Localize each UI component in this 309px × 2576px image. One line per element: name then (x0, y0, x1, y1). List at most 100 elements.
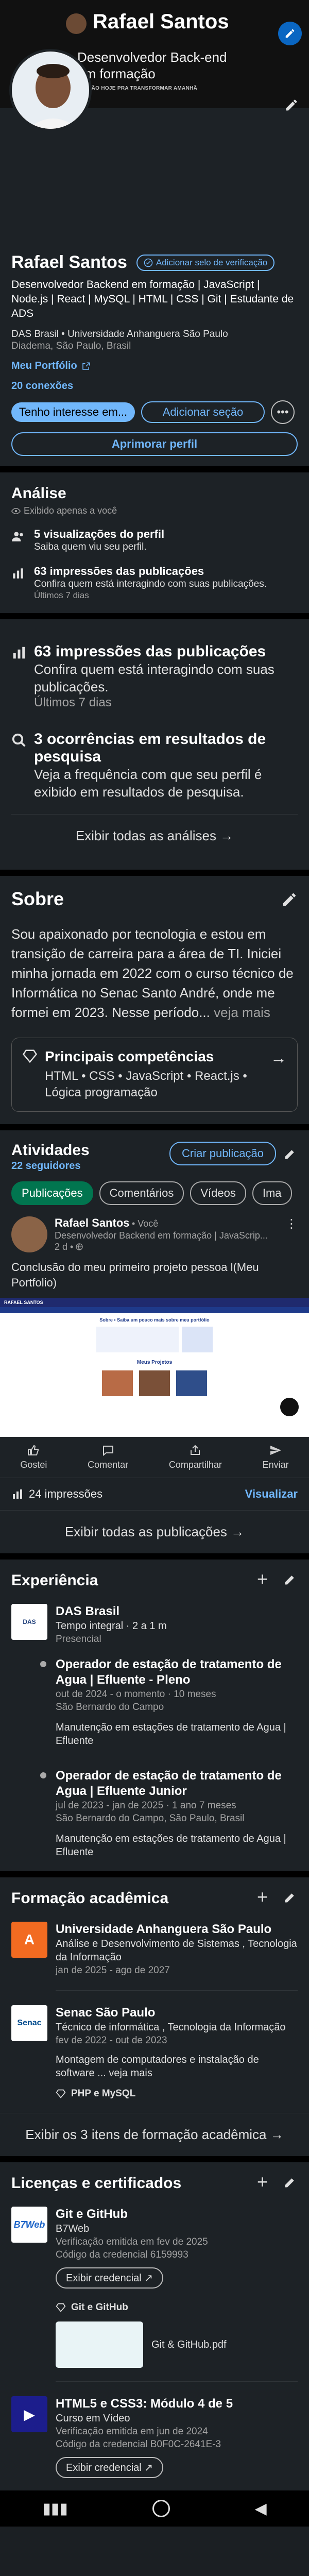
more-options-button[interactable]: ••• (271, 400, 295, 424)
pencil-icon[interactable] (283, 1146, 298, 1161)
divider (0, 2156, 309, 2162)
license-code: Código da credencial 6159993 (56, 2249, 188, 2260)
analytics-item[interactable]: 63 impressões das publicações Confira qu… (11, 565, 298, 601)
profile-location: Diadema, São Paulo, Brasil (11, 341, 131, 351)
send-button[interactable]: Enviar (263, 1444, 289, 1470)
chip-comments[interactable]: Comentários (99, 1181, 184, 1205)
analytics-item-desc: Confira quem está interagindo com suas p… (34, 662, 274, 694)
show-credential-button[interactable]: Exibir credencial ↗ (56, 2267, 164, 2289)
connections-link[interactable]: 20 conexões (11, 380, 298, 392)
interest-button[interactable]: Tenho interesse em... (11, 402, 135, 422)
chip-posts[interactable]: Publicações (11, 1181, 93, 1205)
show-all-analytics-link[interactable]: Exibir todas as análises → (11, 814, 298, 857)
eye-icon (11, 507, 21, 514)
divider (0, 466, 309, 472)
banner-title: Rafael Santos (93, 10, 229, 33)
role-title: Operador de estação de tratamento de Agu… (56, 1769, 282, 1798)
experience-role[interactable]: Operador de estação de tratamento de Agu… (40, 1768, 298, 1859)
comment-button[interactable]: Comentar (88, 1444, 128, 1470)
license-skill-label: Git e GitHub (71, 2302, 128, 2313)
add-icon[interactable]: + (257, 1888, 268, 1906)
back-icon[interactable]: ◀ (255, 2500, 267, 2518)
education-item[interactable]: A Universidade Anhanguera São Paulo Anál… (11, 1922, 298, 1977)
post-image-heading: Sobre • Saiba um pouco mais sobre meu po… (99, 1317, 210, 1323)
post-image-section: Meus Projetos (136, 1360, 173, 1365)
followers-count[interactable]: 22 seguidores (11, 1160, 90, 1172)
license-item[interactable]: ▶ HTML5 e CSS3: Módulo 4 de 5 Curso em V… (11, 2396, 298, 2478)
diamond-icon (56, 2303, 66, 2312)
like-label: Gostei (20, 1460, 47, 1470)
licenses-title: Licenças e certificados (11, 2175, 182, 2192)
view-analytics-link[interactable]: Visualizar (245, 1487, 298, 1501)
edit-banner-button[interactable] (278, 22, 302, 45)
profile-name: Rafael Santos (11, 252, 127, 272)
school-name: Universidade Anhanguera São Paulo (56, 1922, 272, 1936)
post-author: Rafael Santos (55, 1216, 130, 1229)
show-all-education-link[interactable]: Exibir os 3 itens de formação acadêmica … (0, 2113, 309, 2156)
analytics-item[interactable]: 63 impressões das publicações Confira qu… (11, 643, 298, 710)
issuer-logo: B7Web (11, 2207, 47, 2243)
bar-chart-icon (13, 1489, 22, 1499)
add-icon[interactable]: + (257, 1570, 268, 1588)
pencil-icon[interactable] (283, 2175, 298, 2189)
pencil-icon[interactable] (281, 891, 298, 908)
more-icon[interactable]: ⋮ (285, 1216, 298, 1252)
recent-apps-icon[interactable]: ▮▮▮ (42, 2500, 68, 2518)
chip-videos[interactable]: Vídeos (190, 1181, 246, 1205)
analytics-item[interactable]: 5 visualizações do perfil Saiba quem viu… (11, 528, 298, 553)
post-header[interactable]: Rafael Santos • Você Desenvolvedor Backe… (11, 1216, 298, 1252)
share-button[interactable]: Compartilhar (169, 1444, 222, 1470)
post-image[interactable]: RAFAEL SANTOS Sobre • Saiba um pouco mai… (0, 1298, 309, 1437)
show-credential-button[interactable]: Exibir credencial ↗ (56, 2457, 164, 2478)
analytics-item[interactable]: 3 ocorrências em resultados de pesquisa … (11, 731, 298, 801)
analytics-item-desc: Saiba quem viu seu perfil. (34, 541, 147, 552)
diamond-icon (56, 2089, 66, 2098)
improve-profile-button[interactable]: Aprimorar perfil (11, 432, 298, 456)
external-link-icon (82, 362, 90, 370)
about-section: Sobre Sou apaixonado por tecnologia e es… (0, 876, 309, 1124)
post-impressions[interactable]: 24 impressões (11, 1487, 102, 1501)
share-label: Compartilhar (168, 1460, 222, 1470)
activity-section: Atividades 22 seguidores Criar publicaçã… (0, 1130, 309, 1553)
system-navbar: ▮▮▮ ◀ (0, 2490, 309, 2527)
top-skills-list: HTML • CSS • JavaScript • React.js • Lóg… (45, 1069, 247, 1099)
globe-icon (76, 1243, 83, 1250)
education-item[interactable]: Senac Senac São Paulo Técnico de informá… (11, 2005, 298, 2099)
activity-title: Atividades (11, 1142, 90, 1159)
divider (0, 613, 309, 619)
verify-badge-button[interactable]: Adicionar selo de verificação (136, 254, 275, 271)
see-more-link[interactable]: veja mais (214, 1005, 270, 1020)
education-title: Formação acadêmica (11, 1890, 169, 1907)
license-issued: Verificação emitida em jun de 2024 (56, 2426, 208, 2437)
show-all-posts-link[interactable]: Exibir todas as publicações → (0, 1510, 309, 1553)
edu-dates: fev de 2022 - out de 2023 (56, 2035, 167, 2046)
company-name: DAS Brasil (56, 1604, 120, 1618)
add-section-button[interactable]: Adicionar seção (141, 401, 265, 423)
add-icon[interactable]: + (257, 2173, 268, 2191)
private-label: Exibido apenas a você (24, 505, 117, 516)
pencil-icon[interactable] (283, 1890, 298, 1904)
pencil-icon[interactable] (283, 1572, 298, 1586)
role-title: Operador de estação de tratamento de Agu… (56, 1657, 282, 1687)
role-dates: out de 2024 - o momento · 10 meses (56, 1689, 216, 1700)
profile-headline: Desenvolvedor Backend em formação | Java… (11, 279, 294, 319)
like-button[interactable]: Gostei (20, 1444, 47, 1470)
chip-images[interactable]: Ima (252, 1181, 292, 1205)
show-credential-label: Exibir credencial (66, 2273, 142, 2284)
portfolio-link[interactable]: Meu Portfólio (11, 360, 298, 372)
home-icon[interactable] (152, 2500, 170, 2517)
experience-company[interactable]: DAS DAS Brasil Tempo integral · 2 a 1 m … (11, 1604, 298, 1646)
experience-role[interactable]: Operador de estação de tratamento de Agu… (40, 1657, 298, 1748)
edu-desc: Montagem de computadores e instalação de… (56, 2054, 259, 2079)
avatar (11, 1216, 47, 1252)
school-logo: A (11, 1922, 47, 1958)
licenses-section: Licenças e certificados + B7Web Git e Gi… (0, 2162, 309, 2490)
license-issuer: B7Web (56, 2223, 90, 2234)
top-skills-card[interactable]: Principais competências HTML • CSS • Jav… (11, 1038, 298, 1112)
degree: Técnico de informática , Tecnologia da I… (56, 2022, 286, 2033)
create-post-button[interactable]: Criar publicação (169, 1142, 276, 1165)
edu-skill-label: PHP e MySQL (71, 2088, 136, 2099)
license-attachment[interactable]: Git & GitHub.pdf (56, 2321, 298, 2368)
license-item[interactable]: B7Web Git e GitHub B7Web Verificação emi… (11, 2207, 298, 2368)
company-mode: Presencial (56, 1634, 101, 1645)
